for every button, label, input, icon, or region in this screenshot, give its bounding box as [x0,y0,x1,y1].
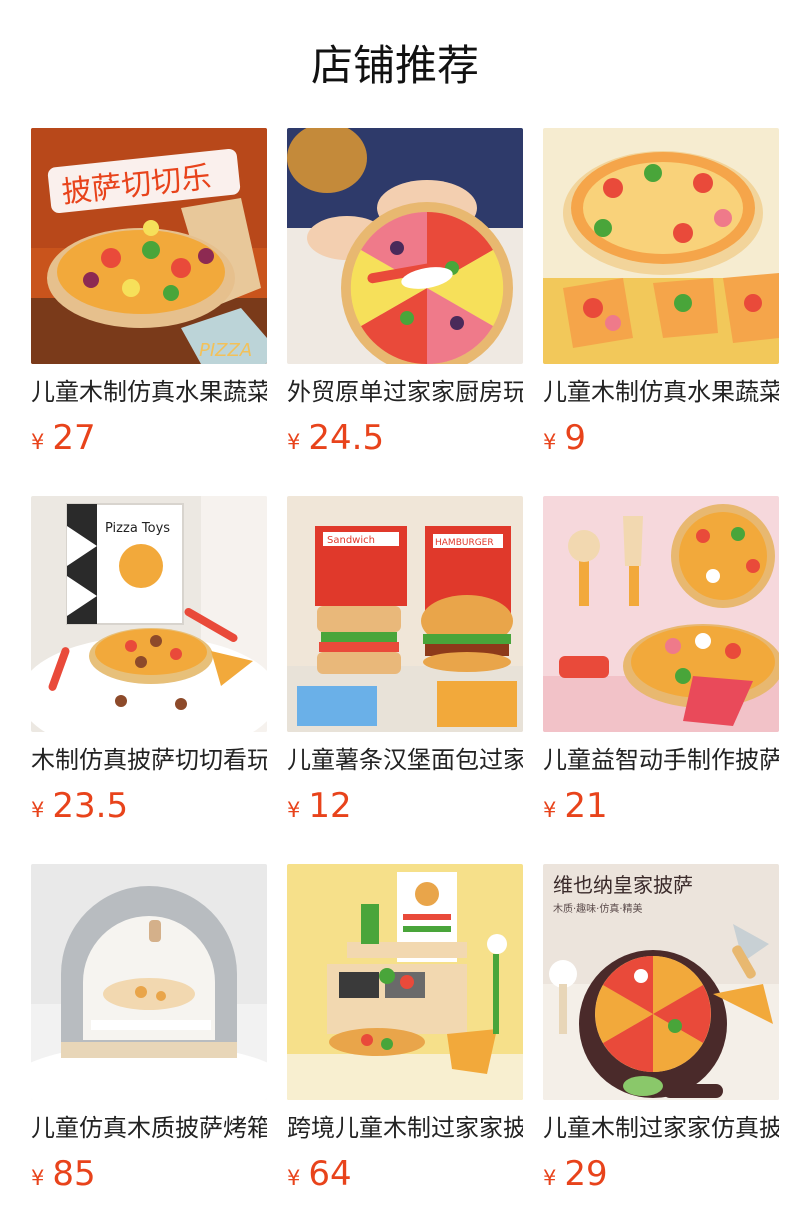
product-card[interactable]: 维也纳皇家披萨 木质·趣味·仿真·精美 儿童木制过家家仿真披 ¥ 29 [543,864,779,1204]
product-image[interactable]: 维也纳皇家披萨 木质·趣味·仿真·精美 [543,864,779,1100]
product-name[interactable]: 跨境儿童木制过家家披萨 [287,1112,523,1146]
product-price: ¥27 [31,416,267,460]
product-price: ¥24.5 [287,416,523,460]
product-price: ¥85 [31,1152,267,1196]
product-image[interactable]: 披萨切切乐 PIZZA [31,128,267,364]
currency-symbol: ¥ [543,430,557,454]
image-title: 维也纳皇家披萨 [553,873,693,897]
price-value: 64 [308,1154,352,1194]
product-name[interactable]: 木制仿真披萨切切看玩具 [31,744,267,778]
price-value: 9 [564,418,587,458]
product-card[interactable]: 儿童益智动手制作披萨 ¥21 [543,496,779,836]
product-image[interactable]: Pizza Toys [31,496,267,732]
product-name[interactable]: 儿童木制仿真水果蔬菜披萨 [543,376,779,410]
product-card[interactable]: 儿童仿真木质披萨烤箱 ¥85 [31,864,267,1204]
product-card[interactable]: Pizza Toys 木制仿真披萨切切看玩具 ¥23.5 [31,496,267,836]
price-value: 23.5 [52,786,129,826]
product-image[interactable] [287,864,523,1100]
product-card[interactable]: 外贸原单过家家厨房玩具 ¥24.5 [287,128,523,468]
price-value: 85 [52,1154,96,1194]
image-subtitle: HAMBURGER [435,538,494,548]
currency-symbol: ¥ [31,798,45,822]
currency-symbol: ¥ [287,1166,301,1190]
product-price: ¥21 [543,784,779,828]
product-image[interactable] [287,128,523,364]
image-title: Pizza Toys [105,521,170,536]
product-card[interactable]: 披萨切切乐 PIZZA 儿童木制仿真水果蔬菜切切乐 ¥27 [31,128,267,468]
currency-symbol: ¥ [31,1166,45,1190]
product-price: ¥29 [543,1152,779,1196]
product-name[interactable]: 儿童薯条汉堡面包过家家 [287,744,523,778]
product-price: ¥12 [287,784,523,828]
product-image[interactable] [31,864,267,1100]
currency-symbol: ¥ [543,798,557,822]
product-card[interactable]: 儿童木制仿真水果蔬菜披萨 ¥9 [543,128,779,468]
image-title: Sandwich [327,535,375,546]
product-name[interactable]: 儿童仿真木质披萨烤箱 [31,1112,267,1146]
product-name[interactable]: 儿童益智动手制作披萨 [543,744,779,778]
product-name[interactable]: 儿童木制仿真水果蔬菜切切乐 [31,376,267,410]
product-price: ¥9 [543,416,779,460]
product-image[interactable]: Sandwich HAMBURGER [287,496,523,732]
currency-symbol: ¥ [543,1166,557,1190]
product-card[interactable]: 跨境儿童木制过家家披萨 ¥64 [287,864,523,1204]
price-value: 29 [564,1154,608,1194]
price-value: 24.5 [308,418,385,458]
page-title: 店铺推荐 [310,41,479,90]
product-image[interactable] [543,128,779,364]
currency-symbol: ¥ [31,430,45,454]
product-card[interactable]: Sandwich HAMBURGER 儿童薯条汉堡面包过家家 ¥12 [287,496,523,836]
price-value: 12 [308,786,352,826]
product-price: ¥23.5 [31,784,267,828]
product-price: ¥64 [287,1152,523,1196]
price-value: 27 [52,418,96,458]
image-subtitle: PIZZA [199,340,252,361]
currency-symbol: ¥ [287,430,301,454]
price-value: 21 [564,786,608,826]
currency-symbol: ¥ [287,798,301,822]
product-name[interactable]: 外贸原单过家家厨房玩具 [287,376,523,410]
product-image[interactable] [543,496,779,732]
product-name[interactable]: 儿童木制过家家仿真披萨 [543,1112,779,1146]
image-subtitle: 木质·趣味·仿真·精美 [553,902,643,915]
